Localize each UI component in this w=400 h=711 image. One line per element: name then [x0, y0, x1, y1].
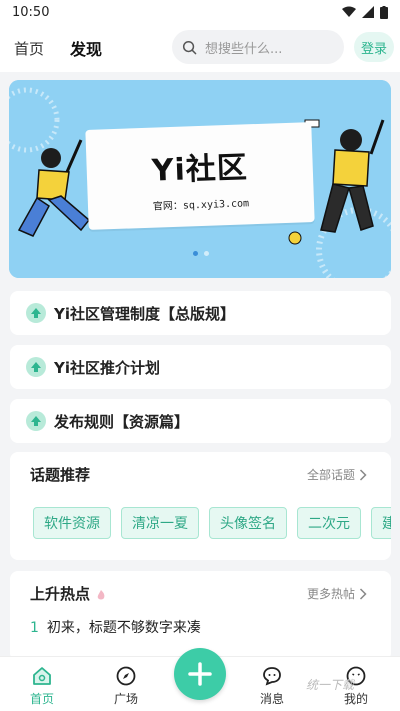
arrow-up-icon: [26, 357, 46, 377]
plus-icon: [188, 662, 212, 686]
nav-messages[interactable]: 消息: [242, 665, 302, 707]
nav-home[interactable]: 首页: [12, 665, 72, 707]
tab-home[interactable]: 首页: [14, 38, 44, 59]
clock: 10:50: [12, 4, 50, 20]
watermark-logo: 统一下载: [306, 678, 355, 692]
signal-icon: [362, 6, 374, 18]
search-input[interactable]: 想搜些什么...: [172, 30, 344, 64]
flame-icon: [97, 589, 105, 599]
login-button[interactable]: 登录: [354, 32, 394, 62]
notice-item[interactable]: Yi社区推介计划: [10, 345, 391, 389]
notice-title: Yi社区推介计划: [54, 358, 161, 377]
chevron-right-icon: [359, 587, 367, 600]
topic-chip[interactable]: 软件资源: [33, 507, 111, 539]
carousel-dots: [193, 251, 209, 256]
tab-discover[interactable]: 发现: [68, 36, 105, 60]
home-icon: [33, 667, 51, 685]
topic-chip[interactable]: 建站: [371, 507, 391, 539]
hot-list-item[interactable]: 1 初来，标题不够数字来凑: [30, 617, 201, 637]
carousel-dot[interactable]: [193, 251, 198, 256]
all-topics-link[interactable]: 全部话题: [307, 466, 367, 483]
notice-item[interactable]: Yi社区管理制度【总版规】: [10, 291, 391, 335]
carousel-dot[interactable]: [204, 251, 209, 256]
wifi-icon: [342, 6, 356, 17]
more-hot-link[interactable]: 更多热帖: [307, 585, 367, 602]
topic-chip[interactable]: 二次元: [297, 507, 361, 539]
battery-icon: [380, 5, 388, 19]
chevron-right-icon: [359, 468, 367, 481]
banner-plate: Yi社区 官网：sq.xyi3.com: [85, 122, 315, 230]
arrow-up-icon: [26, 411, 46, 431]
banner-carousel[interactable]: Yi社区 官网：sq.xyi3.com: [9, 80, 391, 278]
topic-chips: 软件资源 清凉一夏 头像签名 二次元 建站: [33, 507, 391, 539]
chat-icon: [263, 667, 281, 686]
topics-section: 话题推荐 全部话题 软件资源 清凉一夏 头像签名 二次元 建站: [10, 452, 391, 560]
notice-item[interactable]: 发布规则【资源篇】: [10, 399, 391, 443]
notice-title: Yi社区管理制度【总版规】: [54, 304, 236, 323]
search-placeholder: 想搜些什么...: [205, 41, 283, 57]
banner-title: Yi社区: [151, 150, 249, 189]
search-icon: [182, 40, 197, 54]
arrow-up-icon: [26, 303, 46, 323]
nav-square[interactable]: 广场: [96, 665, 156, 707]
top-header: 首页 发现 想搜些什么... 登录: [0, 24, 400, 72]
hot-rank: 1: [30, 620, 39, 636]
banner-subtitle: 官网：sq.xyi3.com: [152, 198, 250, 213]
topic-chip[interactable]: 清凉一夏: [121, 507, 199, 539]
status-bar: 10:50: [0, 0, 400, 24]
create-post-button[interactable]: [174, 648, 226, 700]
topics-title: 话题推荐: [30, 466, 91, 484]
hot-title: 上升热点: [30, 583, 107, 604]
topic-chip[interactable]: 头像签名: [209, 507, 287, 539]
hot-item-title: 初来，标题不够数字来凑: [46, 620, 201, 636]
compass-icon: [116, 666, 136, 686]
notice-title: 发布规则【资源篇】: [54, 412, 190, 431]
